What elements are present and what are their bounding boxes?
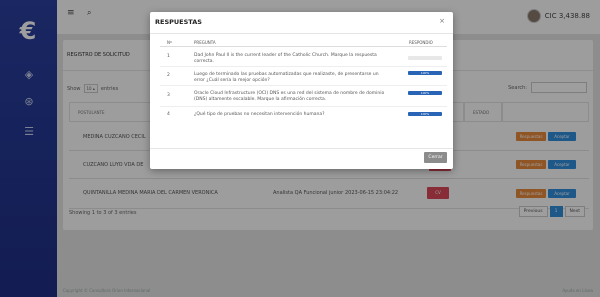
close-icon[interactable]: ×	[439, 17, 445, 25]
progress-label: 100%	[408, 112, 442, 116]
question-number: 2	[167, 73, 170, 78]
respuestas-modal: RESPUESTAS × Nº PREGUNTA RESPONDIO 1 Dad…	[150, 12, 453, 169]
question-row: 4 ¿Qué tipo de pruebas no necesitan inte…	[160, 109, 447, 122]
question-number: 3	[167, 93, 170, 98]
question-header: PREGUNTA	[194, 40, 216, 45]
divider	[150, 148, 453, 149]
question-text: Oracle Cloud Infrastructure (OCI) DNS es…	[194, 91, 385, 102]
answer-progress: 100%	[408, 91, 442, 95]
question-text: Luego de terminado las pruebas automatiz…	[194, 72, 379, 83]
progress-label: 100%	[408, 91, 442, 95]
num-header: Nº	[167, 40, 172, 45]
question-row: 2 Luego de terminado las pruebas automat…	[160, 69, 447, 86]
question-text: ¿Qué tipo de pruebas no necesitan interv…	[194, 112, 325, 117]
answer-progress-empty	[408, 56, 442, 60]
question-row: 3 Oracle Cloud Infrastructure (OCI) DNS …	[160, 88, 447, 107]
questions-header: Nº PREGUNTA RESPONDIO	[160, 38, 447, 47]
divider	[150, 33, 453, 34]
question-text: Dad John Paul II is the current leader o…	[194, 53, 377, 64]
progress-label: 100%	[408, 71, 442, 75]
answer-progress: 100%	[408, 71, 442, 75]
question-row: 1 Dad John Paul II is the current leader…	[160, 50, 447, 67]
cerrar-button[interactable]: Cerrar	[424, 152, 447, 163]
question-number: 4	[167, 112, 170, 117]
modal-title: RESPUESTAS	[155, 18, 202, 26]
question-number: 1	[167, 54, 170, 59]
answer-progress: 100%	[408, 112, 442, 116]
answer-header: RESPONDIO	[409, 40, 433, 45]
